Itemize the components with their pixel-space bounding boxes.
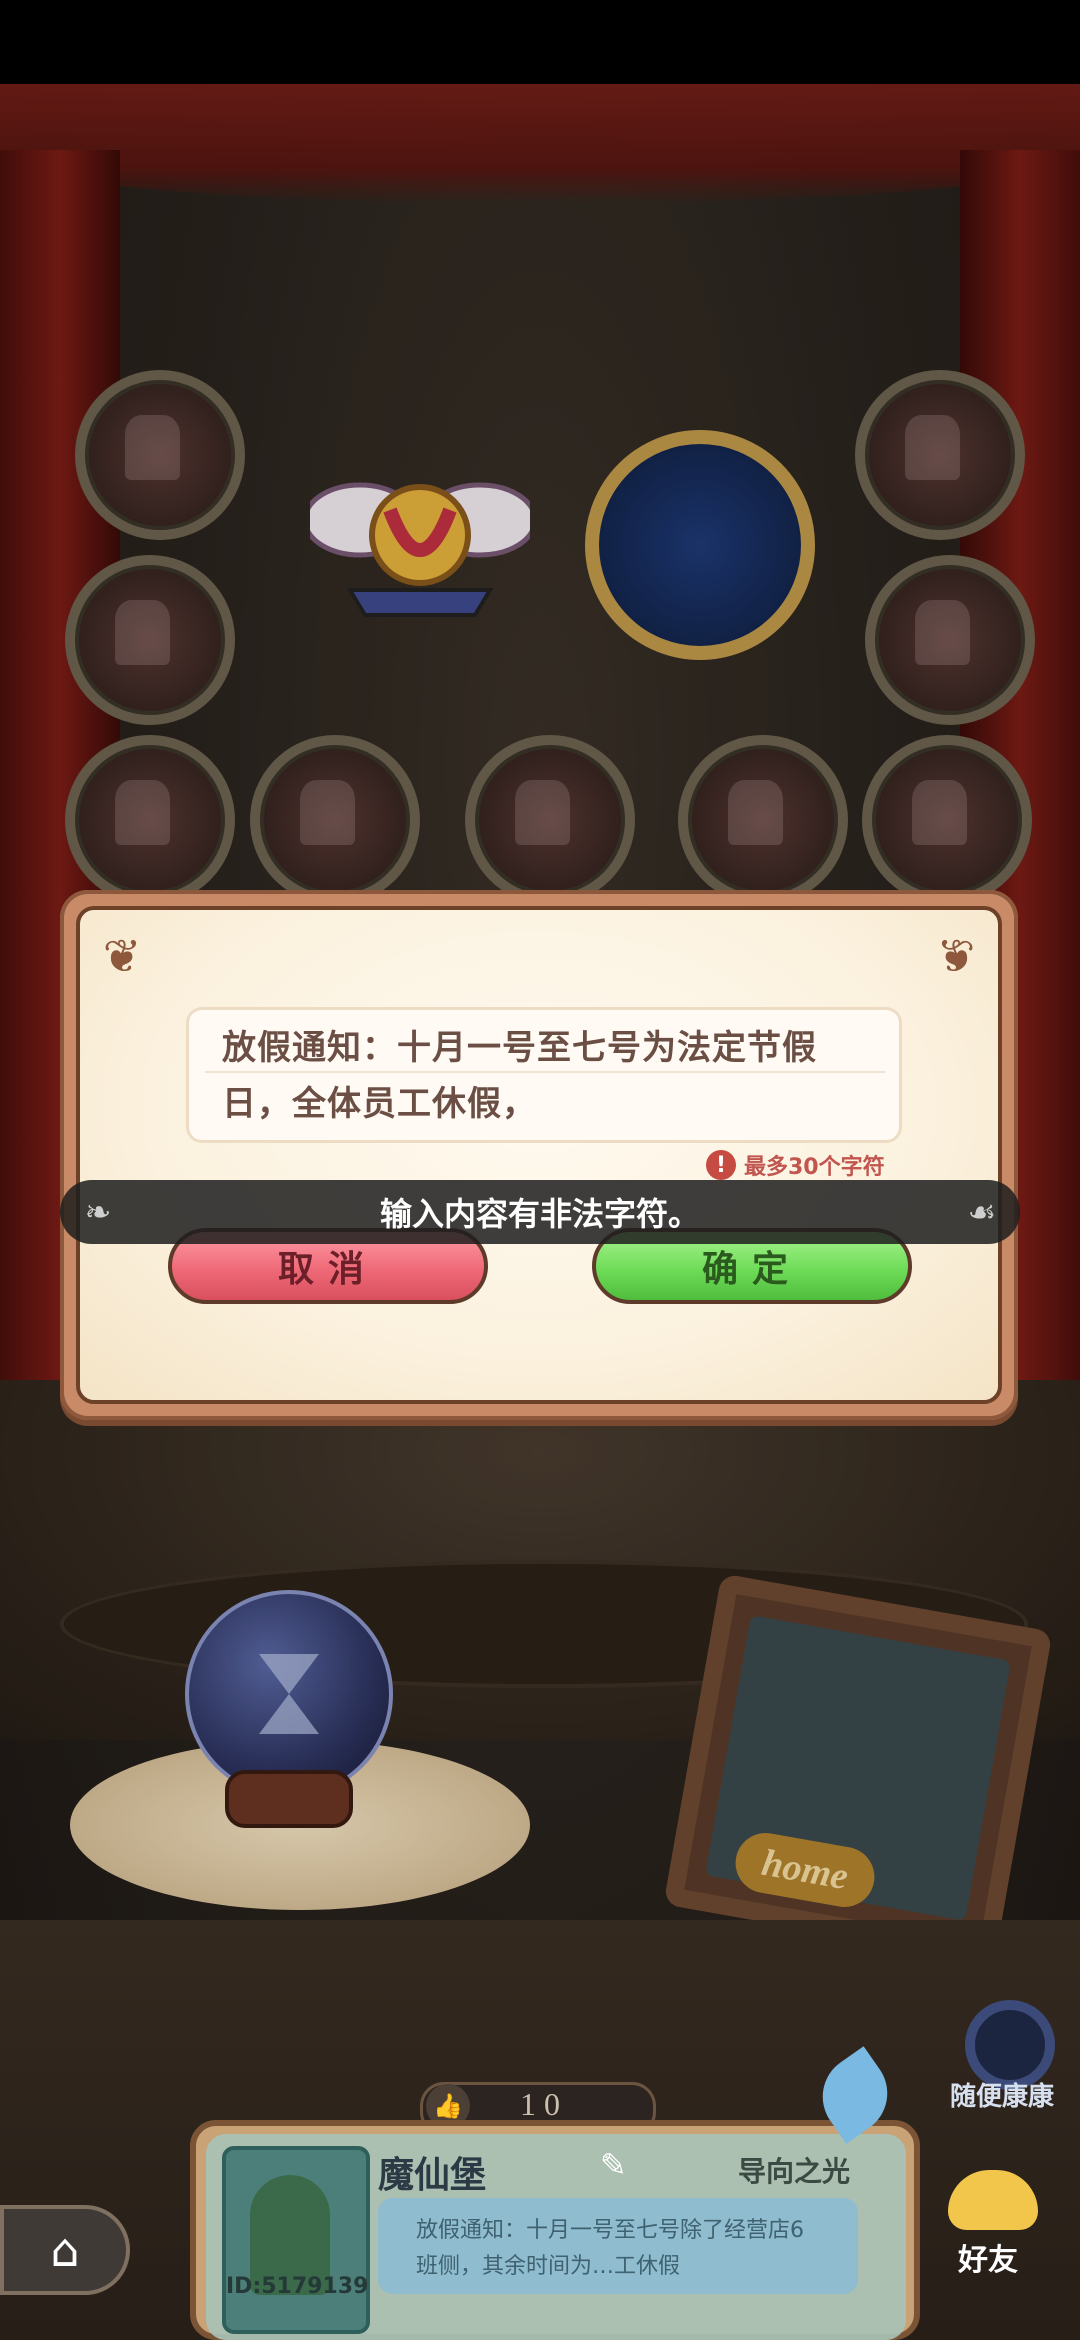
profile-note-line: 班侧，其余时间为…工休假 <box>416 2254 681 2279</box>
profile-name: 魔仙堡 <box>378 2155 487 2196</box>
profile-note-line: 放假通知：十月一号至七号除了经营店6 <box>416 2218 804 2243</box>
corner-ornament-icon: ❦ <box>102 929 142 983</box>
leaf-ornament-icon: ❧ <box>84 1193 112 1231</box>
like-count: 10 <box>520 2086 568 2122</box>
user-id: ID:5179139 <box>226 2274 369 2299</box>
profile-title: 导向之光 <box>738 2155 851 2188</box>
leaf-ornament-icon: ☙ <box>967 1193 997 1231</box>
edit-icon[interactable]: ✎ <box>600 2146 646 2186</box>
game-screen: home ❦ ❦ 放假通知：十月一号至七号为法定节假 日，全体员工休假， ! 最… <box>0 0 1080 2340</box>
char-limit-hint: ! 最多30个字符 <box>706 1150 885 1180</box>
notice-input-line: 放假通知：十月一号至七号为法定节假 <box>222 1028 817 1068</box>
status-bar <box>0 0 1080 84</box>
toast-message: 输入内容有非法字符。 <box>379 1195 700 1233</box>
error-toast: 输入内容有非法字符。 <box>60 1180 1020 1244</box>
friends-label: 好友 <box>958 2243 1018 2278</box>
notice-input-line: 日，全体员工休假， <box>222 1084 537 1124</box>
home-button[interactable]: ⌂ <box>0 2205 130 2295</box>
home-icon: ⌂ <box>50 2223 80 2277</box>
char-limit-text: 最多30个字符 <box>744 1155 885 1180</box>
corner-ornament-icon: ❦ <box>936 929 976 983</box>
portal-label[interactable]: 随便康康 <box>950 2076 1054 2113</box>
input-divider <box>205 1071 885 1073</box>
warning-icon: ! <box>706 1150 736 1180</box>
